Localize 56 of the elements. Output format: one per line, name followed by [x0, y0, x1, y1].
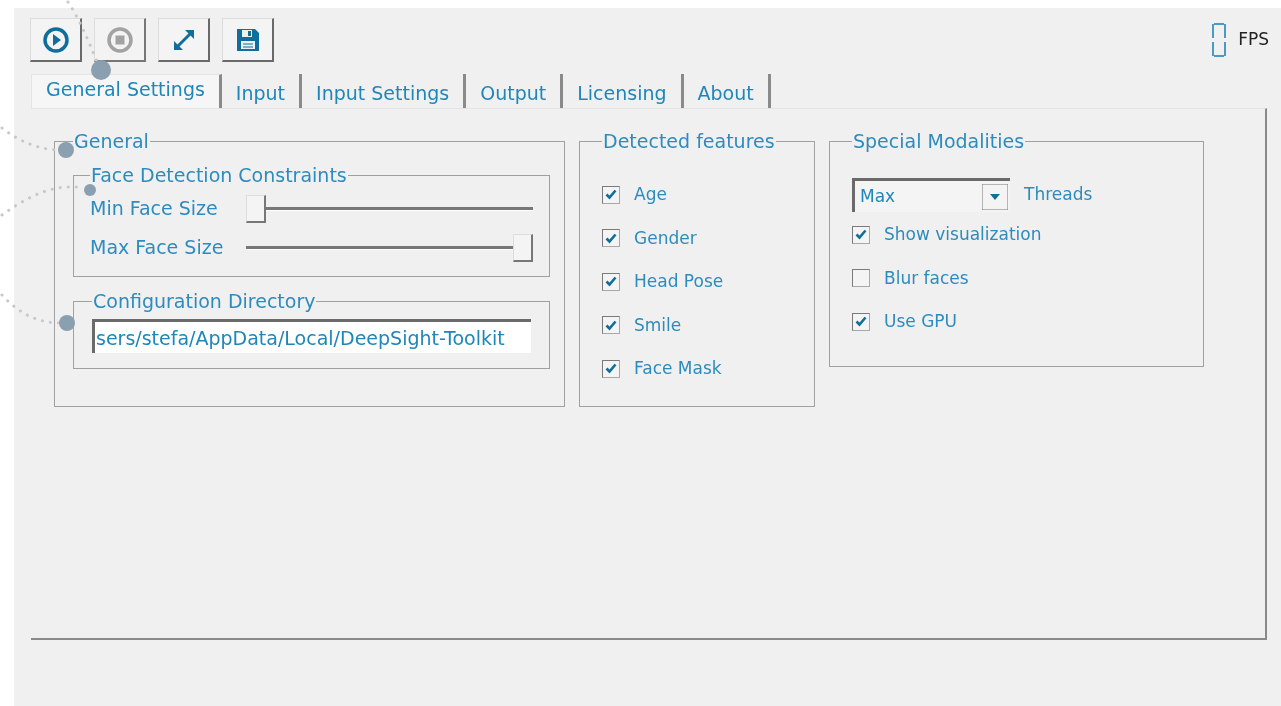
toolbar-button[interactable] [222, 18, 274, 62]
checkmark-icon [605, 363, 617, 375]
stop-icon [105, 25, 134, 54]
group-title: Configuration Directory [92, 291, 317, 311]
checkbox[interactable] [852, 312, 870, 331]
callout-dot [59, 315, 75, 331]
callout-dot [91, 60, 111, 80]
checkbox-label: Age [634, 183, 667, 206]
checkmark-icon [605, 189, 617, 201]
threads-label: Threads [1024, 183, 1093, 207]
checkmark-icon [855, 229, 867, 241]
checkbox-label: Show visualization [884, 223, 1042, 246]
group-title: Special Modalities [852, 131, 1026, 151]
checkbox-label: Smile [634, 313, 682, 337]
checkbox-label: Head Pose [634, 270, 724, 293]
play-icon [41, 25, 70, 54]
checkbox-label: Blur faces [884, 266, 969, 290]
threads-dropdown[interactable]: Max [852, 178, 1010, 212]
checkbox-label: Use GPU [884, 310, 958, 333]
callout-dot [58, 142, 74, 158]
checkbox[interactable] [852, 269, 870, 288]
tab[interactable]: General Settings [31, 74, 222, 108]
tab[interactable]: Input Settings [302, 74, 467, 108]
callout-line [0, 293, 62, 325]
checkbox[interactable] [602, 316, 620, 335]
tab[interactable]: About [683, 74, 771, 108]
slider-thumb[interactable] [513, 233, 533, 262]
slider-thumb[interactable] [246, 194, 266, 223]
group-title: Face Detection Constraints [90, 165, 348, 185]
checkbox[interactable] [602, 359, 620, 378]
checkmark-icon [605, 276, 617, 288]
slider-label: Max Face Size [90, 235, 225, 261]
group-title: General [73, 131, 150, 151]
toolbar-button[interactable] [158, 18, 210, 62]
slider-label: Min Face Size [90, 196, 219, 222]
checkmark-icon [605, 319, 617, 331]
dropdown-arrow-icon [982, 183, 1008, 210]
checkbox[interactable] [852, 225, 870, 244]
digit-display-icon [1210, 22, 1229, 58]
callout-dot [84, 184, 96, 196]
checkbox[interactable] [602, 185, 620, 204]
checkbox[interactable] [602, 272, 620, 291]
checkbox-label: Face Mask [634, 357, 722, 380]
tab[interactable]: Output [466, 74, 564, 108]
checkmark-icon [605, 232, 617, 244]
checkbox-label: Gender [634, 226, 697, 250]
group-title: Detected features [602, 131, 776, 151]
directory-field[interactable]: sers/stefa/AppData/Local/DeepSight-Toolkit [92, 319, 531, 353]
slider[interactable] [246, 233, 533, 262]
slider[interactable] [246, 194, 533, 223]
checkmark-icon [855, 316, 867, 328]
tab[interactable]: Input [221, 74, 303, 108]
toolbar-button[interactable] [30, 18, 82, 62]
fps-label: FPS [1238, 28, 1269, 52]
checkbox[interactable] [602, 229, 620, 248]
tab[interactable]: Licensing [563, 74, 684, 108]
